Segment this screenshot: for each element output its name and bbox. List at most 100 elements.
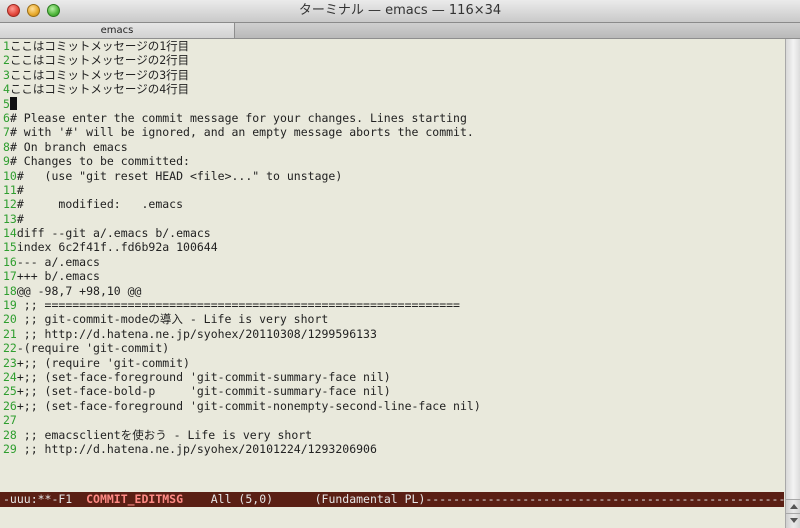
- modeline-position: All (5,0): [183, 492, 315, 506]
- minibuffer[interactable]: [0, 507, 784, 528]
- line-number: 24: [3, 369, 17, 384]
- window-titlebar[interactable]: ターミナル — emacs — 116×34: [0, 0, 800, 23]
- scroll-up-button[interactable]: [786, 499, 800, 514]
- line-text: # On branch emacs: [9, 139, 128, 154]
- line-text: --- a/.emacs: [16, 254, 100, 269]
- editor-line[interactable]: 5: [0, 96, 784, 111]
- line-number: 21: [3, 326, 17, 341]
- line-number: 19: [3, 298, 17, 313]
- editor-buffer[interactable]: 1ここはコミットメッセージの1行目 2ここはコミットメッセージの2行目 3ここはコミ…: [0, 39, 784, 492]
- editor-line[interactable]: 23+;; (require 'git-commit): [0, 356, 784, 370]
- line-text: diff --git a/.emacs b/.emacs: [16, 226, 211, 241]
- editor-line[interactable]: 18@@ -98,7 +98,10 @@: [0, 284, 784, 298]
- editor-line[interactable]: 7# with '#' will be ignored, and an empt…: [0, 125, 784, 139]
- editor-line[interactable]: 27: [0, 413, 784, 427]
- line-text: +;; (set-face-bold-p 'git-commit-summary…: [16, 384, 391, 399]
- editor-line[interactable]: 6# Please enter the commit message for y…: [0, 111, 784, 125]
- mode-line: -uuu:**-F1 COMMIT_EDITMSG All (5,0) (Fun…: [0, 492, 784, 507]
- editor-line[interactable]: 26+;; (set-face-foreground 'git-commit-n…: [0, 399, 784, 413]
- line-text: +++ b/.emacs: [16, 269, 100, 284]
- modeline-mode: (Fundamental PL): [314, 492, 426, 506]
- line-number: 12: [3, 197, 17, 212]
- line-number: 26: [3, 398, 17, 413]
- editor-line[interactable]: 1ここはコミットメッセージの1行目: [0, 39, 784, 53]
- line-text: +;; (set-face-foreground 'git-commit-non…: [16, 398, 481, 413]
- line-number: 25: [3, 384, 17, 399]
- line-text: @@ -98,7 +98,10 @@: [16, 283, 142, 298]
- editor-line[interactable]: 2ここはコミットメッセージの2行目: [0, 53, 784, 67]
- editor-line[interactable]: 16--- a/.emacs: [0, 255, 784, 269]
- line-number: 9: [3, 154, 10, 169]
- editor-line[interactable]: 13#: [0, 212, 784, 226]
- line-number: 3: [3, 67, 10, 82]
- line-text: # (use "git reset HEAD <file>..." to uns…: [16, 168, 343, 183]
- line-number: 4: [3, 82, 10, 97]
- window-title: ターミナル — emacs — 116×34: [298, 3, 502, 18]
- editor-line[interactable]: 14diff --git a/.emacs b/.emacs: [0, 226, 784, 240]
- line-text: +;; (set-face-foreground 'git-commit-sum…: [16, 369, 391, 384]
- line-number: 15: [3, 240, 17, 255]
- editor-line[interactable]: 3ここはコミットメッセージの3行目: [0, 68, 784, 82]
- line-number: 1: [3, 39, 10, 53]
- line-number: 16: [3, 254, 17, 269]
- editor-line[interactable]: 22-(require 'git-commit): [0, 341, 784, 355]
- line-number: 14: [3, 226, 17, 241]
- line-number: 5: [3, 96, 10, 111]
- modeline-status: -uuu:**-F1: [3, 492, 87, 506]
- line-text: ;; emacsclientを使おう - Life is very short: [16, 427, 313, 442]
- line-text: -(require 'git-commit): [16, 341, 170, 356]
- editor-line[interactable]: 10# (use "git reset HEAD <file>..." to u…: [0, 169, 784, 183]
- editor-line[interactable]: 24+;; (set-face-foreground 'git-commit-s…: [0, 370, 784, 384]
- arrow-up-icon: [790, 504, 798, 509]
- line-number: 17: [3, 269, 17, 284]
- line-number: 20: [3, 312, 17, 327]
- text-cursor: [9, 96, 17, 110]
- line-text: ;; http://d.hatena.ne.jp/syohex/20110308…: [16, 326, 377, 341]
- line-text: ここはコミットメッセージの4行目: [9, 82, 190, 97]
- line-number: 6: [3, 110, 10, 125]
- modeline-buffer-name: COMMIT_EDITMSG: [86, 492, 184, 506]
- line-number: 28: [3, 427, 17, 442]
- scroll-down-button[interactable]: [786, 513, 800, 528]
- editor-line[interactable]: 11#: [0, 183, 784, 197]
- line-number: 29: [3, 441, 17, 456]
- line-text: index 6c2f41f..fd6b92a 100644: [16, 240, 218, 255]
- line-number: 22: [3, 341, 17, 356]
- line-number: 13: [3, 211, 17, 226]
- editor-line[interactable]: 25+;; (set-face-bold-p 'git-commit-summa…: [0, 384, 784, 398]
- line-number: 7: [3, 125, 10, 140]
- line-number: 8: [3, 139, 10, 154]
- line-text: ;; http://d.hatena.ne.jp/syohex/20101224…: [16, 441, 377, 456]
- line-text: ;; =====================================…: [16, 298, 460, 313]
- editor-line[interactable]: 12# modified: .emacs: [0, 197, 784, 211]
- line-text: # modified: .emacs: [16, 197, 184, 212]
- line-text: #: [16, 211, 24, 226]
- line-text: ここはコミットメッセージの1行目: [9, 39, 190, 53]
- editor-line[interactable]: 19 ;; ==================================…: [0, 298, 784, 312]
- line-number: 27: [3, 413, 17, 428]
- modeline-fill: ----------------------------------------…: [425, 492, 784, 506]
- arrow-down-icon: [790, 518, 798, 523]
- editor-line[interactable]: 21 ;; http://d.hatena.ne.jp/syohex/20110…: [0, 327, 784, 341]
- editor-line[interactable]: 17+++ b/.emacs: [0, 269, 784, 283]
- line-text: ここはコミットメッセージの3行目: [9, 67, 190, 82]
- editor-line[interactable]: 29 ;; http://d.hatena.ne.jp/syohex/20101…: [0, 442, 784, 456]
- line-text: #: [16, 182, 24, 197]
- editor-line[interactable]: 15index 6c2f41f..fd6b92a 100644: [0, 240, 784, 254]
- line-text: # Please enter the commit message for yo…: [9, 110, 467, 125]
- editor-line[interactable]: 28 ;; emacsclientを使おう - Life is very sho…: [0, 428, 784, 442]
- line-number: 2: [3, 53, 10, 68]
- tab-bar: emacs: [0, 23, 800, 39]
- line-text: # Changes to be committed:: [9, 154, 190, 169]
- line-number: 10: [3, 168, 17, 183]
- editor-line[interactable]: 4ここはコミットメッセージの4行目: [0, 82, 784, 96]
- line-number: 23: [3, 355, 17, 370]
- line-text: # with '#' will be ignored, and an empty…: [9, 125, 474, 140]
- tab-emacs[interactable]: emacs: [0, 23, 235, 38]
- editor-line[interactable]: 8# On branch emacs: [0, 140, 784, 154]
- line-text: [17, 413, 24, 427]
- editor-line[interactable]: 20 ;; git-commit-modeの導入 - Life is very …: [0, 312, 784, 326]
- line-number: 11: [3, 182, 17, 197]
- vertical-scrollbar[interactable]: [785, 39, 800, 528]
- editor-line[interactable]: 9# Changes to be committed:: [0, 154, 784, 168]
